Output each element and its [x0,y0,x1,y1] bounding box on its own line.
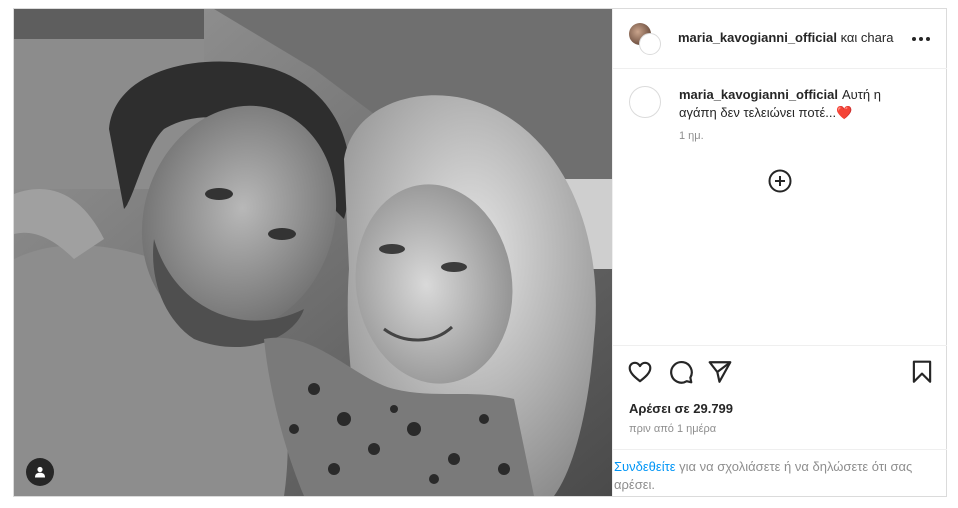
login-prompt: Συνδεθείτε για να σχολιάσετε ή να δηλώσε… [613,449,947,498]
heart-emoji: ❤️ [836,105,853,120]
post-time[interactable]: πριν από 1 ημέρα [629,423,716,435]
collab-avatars[interactable] [629,23,663,57]
likes-count[interactable]: Αρέσει σε 29.799 [629,401,733,416]
caption-username-link[interactable]: maria_kavogianni_official [679,87,838,102]
comment-icon [670,361,693,384]
more-options-button[interactable] [909,27,933,51]
post-actions: Αρέσει σε 29.799 πριν από 1 ημέρα Συνδεθ… [613,345,947,497]
avatar-placeholder [639,33,661,55]
like-button[interactable] [627,359,653,385]
tag-user-button[interactable] [26,458,54,486]
login-link[interactable]: Συνδεθείτε [614,459,676,474]
header-username-link[interactable]: maria_kavogianni_official [678,30,837,45]
more-options-icon [912,37,930,41]
tag-user-icon [35,466,45,478]
share-icon [708,361,732,383]
instagram-post: maria_kavogianni_official και chara mari… [13,8,947,497]
post-header: maria_kavogianni_official και chara [613,9,947,69]
add-comment-icon [768,169,792,193]
post-photo[interactable] [14,9,612,496]
heart-icon [628,361,652,383]
post-side-panel: maria_kavogianni_official και chara mari… [612,9,947,497]
comment-button[interactable] [668,359,694,385]
share-button[interactable] [707,359,733,385]
header-author: maria_kavogianni_official και chara [678,30,902,45]
caption-time[interactable]: 1 ημ. [679,130,704,142]
couple-photo-illustration [14,9,612,496]
header-collab-text[interactable]: και chara [841,30,894,45]
load-more-comments-button[interactable] [767,168,793,194]
bookmark-icon [912,360,932,383]
caption-avatar[interactable] [629,86,661,118]
save-button[interactable] [909,359,935,385]
caption: maria_kavogianni_official Αυτή η αγάπη δε… [679,86,909,122]
